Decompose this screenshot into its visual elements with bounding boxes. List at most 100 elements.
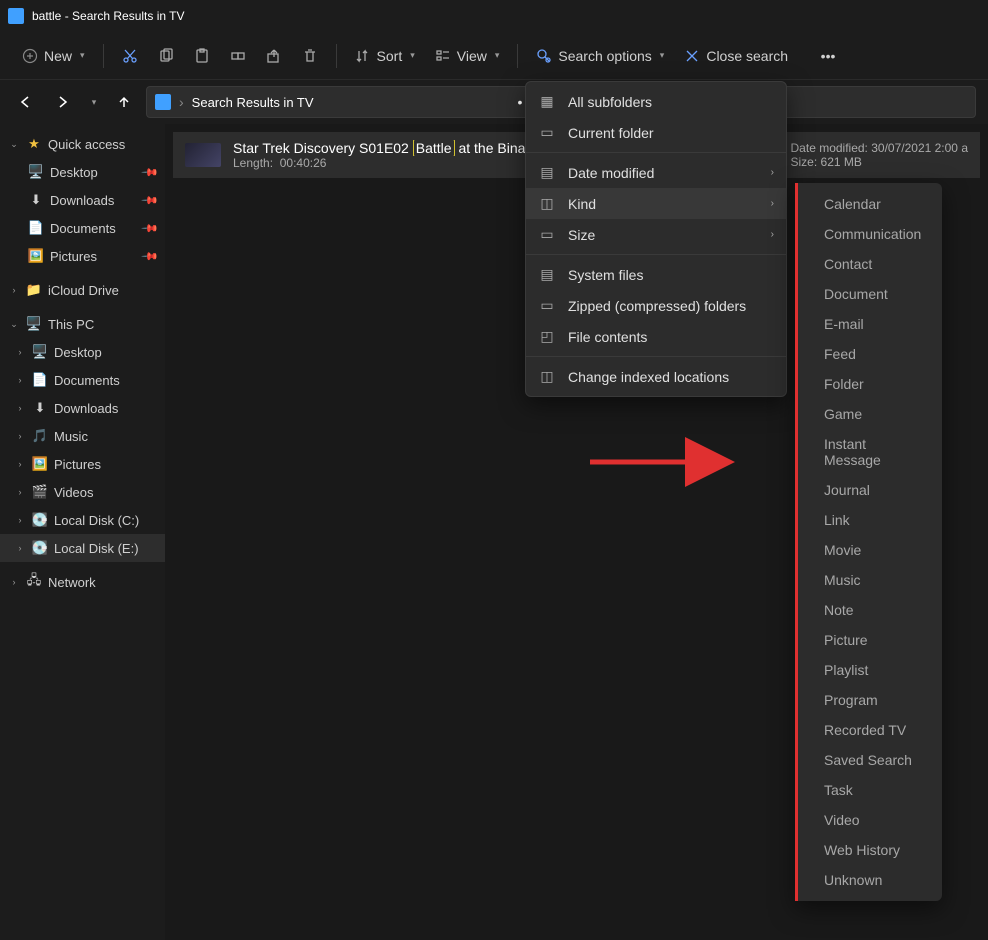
kind-option-feed[interactable]: Feed: [798, 339, 942, 369]
sidebar-item-documents[interactable]: ›📄Documents: [0, 366, 165, 394]
sidebar: ⌄ ★ Quick access 🖥️Desktop📌⬇Downloads📌📄D…: [0, 124, 165, 940]
sidebar-item-desktop[interactable]: 🖥️Desktop📌: [0, 158, 165, 186]
sidebar-item-label: Desktop: [54, 345, 157, 360]
chevron-down-icon: ▾: [92, 97, 97, 108]
kind-option-e-mail[interactable]: E-mail: [798, 309, 942, 339]
sidebar-item-label: Downloads: [54, 401, 157, 416]
kind-option-folder[interactable]: Folder: [798, 369, 942, 399]
menu-item-size[interactable]: ▭Size›: [526, 219, 786, 250]
chevron-right-icon: ›: [771, 167, 774, 178]
folder-icon: 📄: [28, 220, 44, 236]
kind-option-journal[interactable]: Journal: [798, 475, 942, 505]
copy-button[interactable]: [148, 42, 184, 70]
kind-option-program[interactable]: Program: [798, 685, 942, 715]
sidebar-item-downloads[interactable]: ⬇Downloads📌: [0, 186, 165, 214]
menu-item-change-indexed-locations[interactable]: ◫Change indexed locations: [526, 361, 786, 392]
sidebar-item-label: Downloads: [50, 193, 137, 208]
pin-icon: 📌: [141, 191, 160, 210]
sort-button[interactable]: Sort ▾: [345, 42, 425, 70]
kind-option-contact[interactable]: Contact: [798, 249, 942, 279]
sidebar-item-label: Local Disk (C:): [54, 513, 157, 528]
menu-icon: ▤: [538, 164, 556, 181]
kind-option-task[interactable]: Task: [798, 775, 942, 805]
menu-item-all-subfolders[interactable]: •▦All subfolders: [526, 86, 786, 117]
search-options-menu: •▦All subfolders▭Current folder ▤ Date mod…: [525, 81, 787, 397]
sidebar-item-videos[interactable]: ›🎬Videos: [0, 478, 165, 506]
sidebar-this-pc[interactable]: ⌄ 🖥️ This PC: [0, 310, 165, 338]
menu-item-file-contents[interactable]: ◰File contents: [526, 321, 786, 352]
search-options-button[interactable]: Search options ▾: [526, 42, 674, 70]
pin-icon: 📌: [141, 163, 160, 182]
sidebar-item-local-disk-c-[interactable]: ›💽Local Disk (C:): [0, 506, 165, 534]
kind-option-web-history[interactable]: Web History: [798, 835, 942, 865]
sidebar-item-downloads[interactable]: ›⬇Downloads: [0, 394, 165, 422]
sidebar-item-pictures[interactable]: 🖼️Pictures📌: [0, 242, 165, 270]
copy-icon: [158, 48, 174, 64]
sidebar-item-pictures[interactable]: ›🖼️Pictures: [0, 450, 165, 478]
menu-item-system-files[interactable]: ▤System files: [526, 259, 786, 290]
menu-item-zipped-compressed-folders[interactable]: ▭Zipped (compressed) folders: [526, 290, 786, 321]
paste-button[interactable]: [184, 42, 220, 70]
sidebar-item-documents[interactable]: 📄Documents📌: [0, 214, 165, 242]
share-icon: [266, 48, 282, 64]
kind-option-picture[interactable]: Picture: [798, 625, 942, 655]
chevron-right-icon: ›: [14, 375, 26, 385]
sidebar-item-local-disk-e-[interactable]: ›💽Local Disk (E:): [0, 534, 165, 562]
sidebar-network[interactable]: › 🖧 Network: [0, 568, 165, 596]
kind-option-document[interactable]: Document: [798, 279, 942, 309]
sidebar-item-desktop[interactable]: ›🖥️Desktop: [0, 338, 165, 366]
menu-item-label: Kind: [568, 196, 759, 212]
kind-option-game[interactable]: Game: [798, 399, 942, 429]
chevron-right-icon: ›: [14, 515, 26, 525]
delete-button[interactable]: [292, 42, 328, 70]
rename-button[interactable]: [220, 42, 256, 70]
new-label: New: [44, 48, 72, 64]
separator: [517, 44, 518, 68]
new-button[interactable]: New ▾: [12, 42, 95, 70]
back-button[interactable]: [12, 88, 40, 116]
sidebar-icloud[interactable]: › 📁 iCloud Drive: [0, 276, 165, 304]
close-search-button[interactable]: Close search: [674, 42, 798, 70]
forward-button[interactable]: [48, 88, 76, 116]
kind-option-movie[interactable]: Movie: [798, 535, 942, 565]
chevron-right-icon: ›: [771, 229, 774, 240]
folder-icon: 📄: [32, 372, 48, 388]
kind-option-video[interactable]: Video: [798, 805, 942, 835]
kind-option-recorded-tv[interactable]: Recorded TV: [798, 715, 942, 745]
kind-option-calendar[interactable]: Calendar: [798, 189, 942, 219]
kind-option-link[interactable]: Link: [798, 505, 942, 535]
cut-button[interactable]: [112, 42, 148, 70]
window-icon: [8, 8, 24, 24]
sort-label: Sort: [377, 48, 403, 64]
sidebar-quick-access[interactable]: ⌄ ★ Quick access: [0, 130, 165, 158]
separator: [103, 44, 104, 68]
share-button[interactable]: [256, 42, 292, 70]
sidebar-item-music[interactable]: ›🎵Music: [0, 422, 165, 450]
pin-icon: 📌: [141, 247, 160, 266]
menu-icon: ◫: [538, 368, 556, 385]
kind-option-instant-message[interactable]: Instant Message: [798, 429, 942, 475]
view-button[interactable]: View ▾: [425, 42, 510, 70]
kind-option-playlist[interactable]: Playlist: [798, 655, 942, 685]
menu-item-label: Date modified: [568, 165, 759, 181]
menu-item-kind[interactable]: ◫Kind›: [526, 188, 786, 219]
kind-option-saved-search[interactable]: Saved Search: [798, 745, 942, 775]
kind-option-music[interactable]: Music: [798, 565, 942, 595]
video-thumbnail: [185, 143, 221, 167]
more-button[interactable]: •••: [810, 42, 846, 70]
menu-item-current-folder[interactable]: ▭Current folder: [526, 117, 786, 148]
result-meta: Date modified: 30/07/2021 2:00 a Size: 6…: [791, 141, 968, 169]
kind-option-unknown[interactable]: Unknown: [798, 865, 942, 895]
sidebar-item-label: iCloud Drive: [48, 283, 157, 298]
menu-icon: ▦: [538, 93, 556, 110]
kind-option-note[interactable]: Note: [798, 595, 942, 625]
close-search-label: Close search: [706, 48, 788, 64]
chevron-right-icon: ›: [14, 431, 26, 441]
view-label: View: [457, 48, 487, 64]
menu-icon: ▭: [538, 297, 556, 314]
kind-option-communication[interactable]: Communication: [798, 219, 942, 249]
menu-item-date-modified[interactable]: ▤ Date modified ›: [526, 157, 786, 188]
recent-button[interactable]: ▾: [84, 88, 102, 116]
up-button[interactable]: [110, 88, 138, 116]
chevron-right-icon: ›: [14, 543, 26, 553]
